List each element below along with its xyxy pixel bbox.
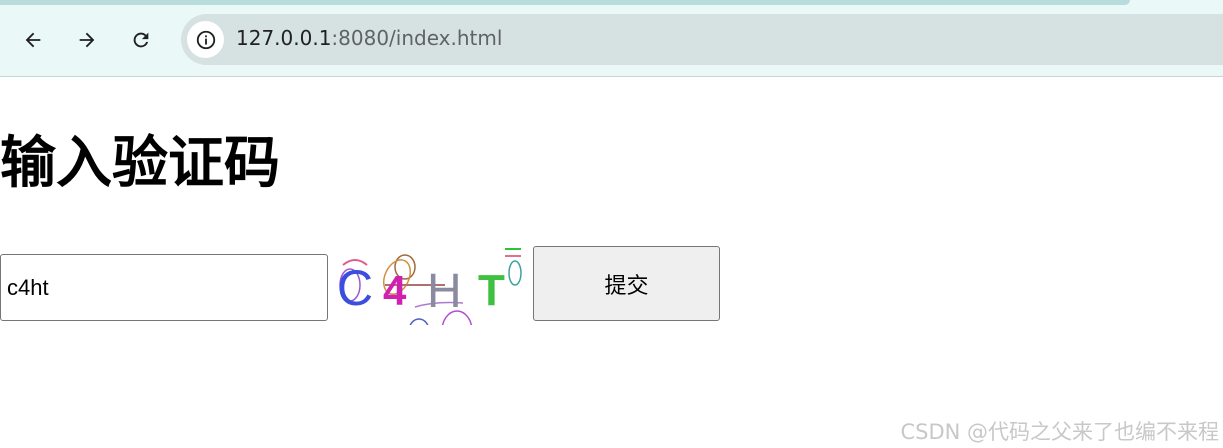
captcha-image[interactable]: C 4 H T: [335, 245, 527, 325]
address-bar[interactable]: 127.0.0.1:8080/index.html: [181, 14, 1223, 65]
forward-arrow-icon: [79, 32, 95, 48]
watermark: CSDN @代码之父来了也编不来程: [900, 420, 1219, 444]
tab-strip: [0, 0, 1130, 5]
site-info-button[interactable]: [187, 21, 224, 58]
reload-icon: [133, 32, 149, 48]
captcha-char: T: [478, 266, 505, 315]
captcha-char: C: [337, 260, 373, 316]
captcha-char: H: [427, 265, 462, 318]
browser-toolbar: 127.0.0.1:8080/index.html: [0, 0, 1223, 77]
url-host: 127.0.0.1: [236, 26, 332, 50]
captcha-input[interactable]: [0, 254, 328, 321]
page-title: 输入验证码: [0, 131, 280, 196]
reload-button[interactable]: [123, 22, 159, 58]
submit-button[interactable]: 提交: [533, 246, 720, 321]
url-path: :8080/index.html: [331, 26, 503, 50]
forward-button[interactable]: [69, 22, 105, 58]
url-text[interactable]: 127.0.0.1:8080/index.html: [236, 26, 502, 50]
site-info-icon: [196, 30, 215, 49]
captcha-char: 4: [383, 267, 407, 314]
back-button[interactable]: [15, 22, 51, 58]
back-arrow-icon: [25, 32, 41, 48]
